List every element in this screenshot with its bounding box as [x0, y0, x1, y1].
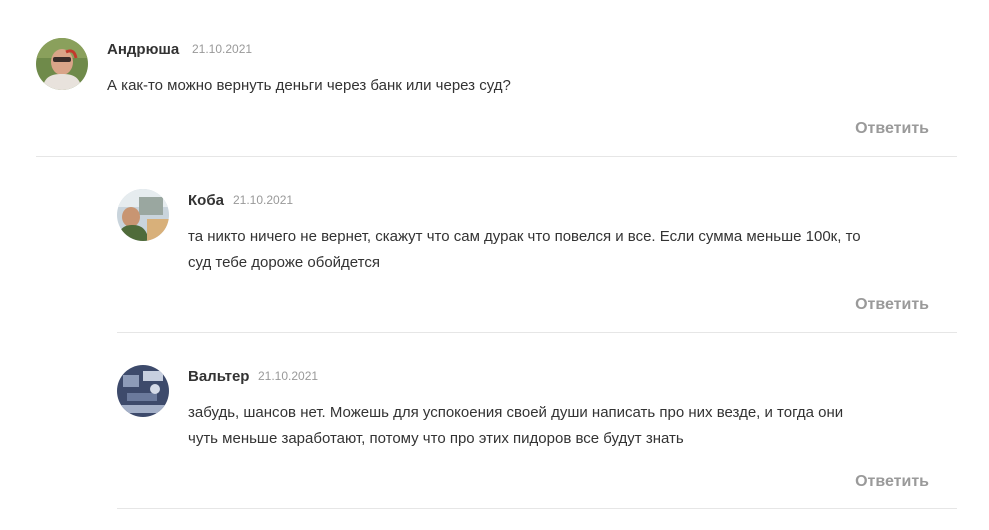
comment-3: Вальтер 21.10.2021 забудь, шансов нет. М… [0, 0, 989, 530]
comment-author[interactable]: Вальтер [188, 368, 249, 385]
user-photo-avatar-icon [117, 365, 169, 417]
comment-text: забудь, шансов нет. Можешь для успокоени… [188, 404, 844, 447]
comment-date[interactable]: 21.10.2021 [258, 369, 318, 383]
avatar-valter[interactable] [117, 365, 169, 417]
reply-button[interactable]: Ответить [855, 473, 929, 491]
comment-divider [117, 508, 957, 509]
